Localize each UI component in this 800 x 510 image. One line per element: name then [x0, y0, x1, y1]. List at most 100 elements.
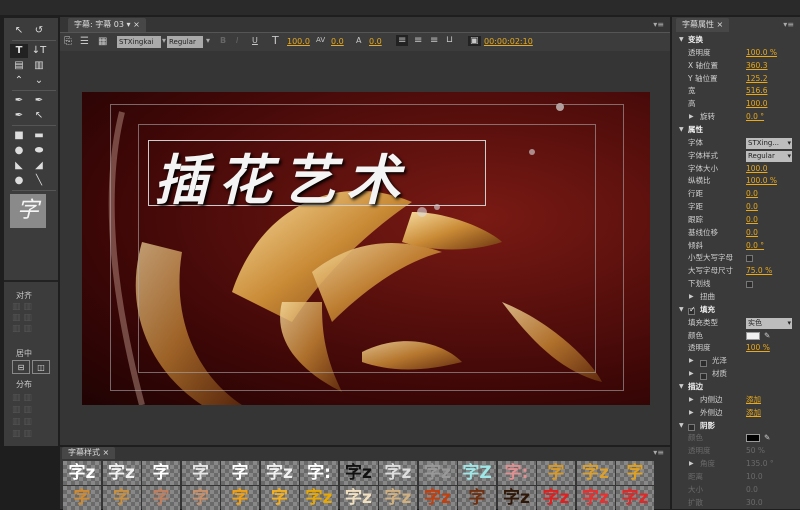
style-thumbnail[interactable]: 字 [142, 461, 180, 485]
eyedropper-icon[interactable]: ✎ [764, 432, 770, 445]
clipped-corner-tool-icon[interactable]: ● [10, 144, 28, 158]
dropdown-select[interactable]: 实色 [746, 317, 792, 329]
style-thumbnail[interactable]: 字: [300, 461, 338, 485]
style-thumbnail[interactable]: 字z [379, 486, 417, 510]
center-vertical-button[interactable]: ◫ [32, 360, 50, 374]
style-thumbnail[interactable]: 字: [497, 461, 536, 485]
bold-icon[interactable]: B [220, 36, 226, 45]
property-value[interactable]: 100.0 [746, 163, 767, 176]
rectangle-tool-icon[interactable]: ■ [10, 129, 28, 143]
align-buttons[interactable]: ▥ ▥ ▥ ▥ ▥ ▥ [12, 302, 52, 346]
vertical-path-type-tool-icon[interactable]: ⌄ [30, 74, 48, 88]
style-thumbnail[interactable]: 字z [300, 486, 338, 510]
expand-triangle-icon[interactable]: ▼ [679, 124, 684, 137]
rounded-rectangle-tool-icon[interactable]: ▬ [30, 129, 48, 143]
style-thumbnail[interactable]: 字 [102, 486, 141, 510]
style-thumbnail[interactable]: 字z [63, 461, 101, 485]
style-thumbnail[interactable]: 字z [497, 486, 536, 510]
underline-icon[interactable]: U [252, 36, 258, 45]
tab-title-styles[interactable]: 字幕样式 × [62, 447, 116, 459]
style-thumbnail[interactable]: 字 [63, 486, 101, 510]
expand-triangle-icon[interactable]: ▶ [689, 458, 694, 471]
section-transform[interactable]: ▼ 变换 [676, 34, 798, 47]
style-thumbnail[interactable]: 字z [616, 486, 654, 510]
section-stroke[interactable]: ▼ 描边 [676, 381, 798, 394]
property-value[interactable]: 0.0 [746, 484, 758, 497]
tab-title-properties[interactable]: 字幕属性 × [676, 18, 730, 32]
align-left-icon[interactable]: ≡ [396, 35, 409, 46]
chevron-down-icon[interactable]: ▾ [206, 36, 210, 45]
kerning-value[interactable]: 0.0 [331, 37, 344, 46]
font-family-select[interactable]: STXingkai [117, 36, 161, 48]
expand-triangle-icon[interactable]: ▼ [679, 34, 684, 47]
expand-triangle-icon[interactable]: ▼ [679, 381, 684, 394]
property-value[interactable]: 516.6 [746, 85, 767, 98]
area-type-tool-icon[interactable]: ▤ [10, 59, 28, 73]
property-value[interactable]: 100.0 [746, 98, 767, 111]
font-style-select[interactable]: Regular [167, 36, 203, 48]
panel-menu-icon[interactable]: ▾≡ [783, 20, 794, 29]
style-thumbnail[interactable]: 字 [537, 461, 575, 485]
style-thumbnail[interactable]: 字z [339, 461, 378, 485]
checkbox[interactable] [746, 278, 753, 291]
style-thumbnail[interactable]: 字z [339, 486, 378, 510]
tab-title[interactable]: 字幕: 字幕 03 ▾ × [68, 18, 146, 32]
property-value[interactable]: 100.0 % [746, 47, 777, 60]
title-text[interactable]: 插花艺术 [154, 136, 410, 215]
color-swatch[interactable] [746, 434, 760, 443]
expand-triangle-icon[interactable]: ▶ [689, 355, 694, 368]
align-right-icon[interactable]: ≡ [430, 35, 438, 46]
property-value[interactable]: 100.0 % [746, 175, 777, 188]
templates-icon[interactable]: ▦ [98, 36, 107, 47]
style-thumbnail[interactable]: 字 [181, 486, 220, 510]
style-thumbnail[interactable]: 字 [221, 486, 259, 510]
vertical-area-type-tool-icon[interactable]: ▥ [30, 59, 48, 73]
property-value[interactable]: 添加 [746, 407, 761, 420]
property-value[interactable]: 50 % [746, 445, 765, 458]
type-tool-icon[interactable]: T [10, 44, 28, 58]
font-size-value[interactable]: 100.0 [287, 37, 310, 46]
title-canvas[interactable]: 插花艺术 [82, 92, 650, 405]
expand-triangle-icon[interactable]: ▼ [679, 420, 684, 433]
tab-stops-icon[interactable]: ⊔ [446, 35, 453, 45]
chevron-down-icon[interactable]: ▾ [162, 36, 166, 45]
property-value[interactable]: 0.0 ° [746, 111, 764, 124]
line-tool-icon[interactable]: ╲ [30, 174, 48, 188]
property-value[interactable]: 75.0 % [746, 265, 772, 278]
property-value[interactable]: 0.0 [746, 227, 758, 240]
property-value[interactable]: 125.2 [746, 73, 767, 86]
selection-tool-icon[interactable]: ↖ [10, 24, 28, 38]
path-type-tool-icon[interactable]: ⌃ [10, 74, 28, 88]
delete-anchor-tool-icon[interactable]: ✒ [30, 94, 48, 108]
leading-value[interactable]: 0.0 [369, 37, 382, 46]
property-value[interactable]: 添加 [746, 394, 761, 407]
center-horizontal-button[interactable]: ⊟ [12, 360, 30, 374]
style-thumbnail[interactable]: 字z [537, 486, 575, 510]
new-title-icon[interactable]: ⎘ [64, 36, 72, 47]
style-thumbnail[interactable]: 字 [181, 461, 220, 485]
property-value[interactable]: 135.0 ° [746, 458, 774, 471]
property-value[interactable]: 100 % [746, 342, 770, 355]
property-value[interactable]: 0.0 [746, 214, 758, 227]
style-thumbnail[interactable]: 字 [260, 486, 299, 510]
expand-triangle-icon[interactable]: ▶ [689, 368, 694, 381]
align-center-icon[interactable]: ≡ [414, 35, 422, 46]
property-value[interactable]: 30.0 [746, 497, 763, 510]
expand-triangle-icon[interactable]: ▶ [689, 111, 694, 124]
expand-triangle-icon[interactable]: ▶ [689, 407, 694, 420]
style-thumbnail[interactable]: 字z [576, 486, 615, 510]
style-thumbnail[interactable]: 字 [221, 461, 259, 485]
pen-tool-icon[interactable]: ✒ [10, 94, 28, 108]
distribute-buttons[interactable]: ▥ ▥ ▥ ▥ ▥ ▥ ▥ ▥ [12, 392, 52, 442]
property-value[interactable]: 360.3 [746, 60, 767, 73]
color-swatch[interactable] [746, 331, 760, 340]
style-thumbnail[interactable]: 字 [616, 461, 654, 485]
expand-triangle-icon[interactable]: ▶ [689, 394, 694, 407]
style-thumbnail[interactable]: 字z [102, 461, 141, 485]
arc-tool-icon[interactable]: ◢ [30, 159, 48, 173]
rotate-tool-icon[interactable]: ↺ [30, 24, 48, 38]
expand-triangle-icon[interactable]: ▼ [679, 304, 684, 317]
style-thumbnail[interactable]: 字z [418, 486, 457, 510]
rounded-corner-tool-icon[interactable]: ⬬ [30, 144, 48, 158]
section-fill[interactable]: ▼ ✓ 填充 [676, 304, 798, 317]
